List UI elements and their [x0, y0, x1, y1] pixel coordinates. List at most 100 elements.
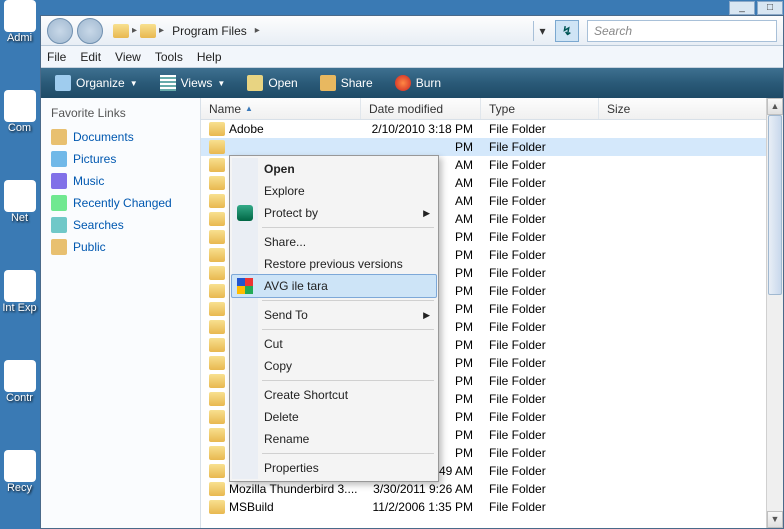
- organize-icon: [55, 75, 71, 91]
- folder-icon: [51, 239, 67, 255]
- ctx-send-to[interactable]: Send To▶: [232, 304, 436, 326]
- scroll-up-icon[interactable]: ▲: [767, 98, 783, 115]
- favorite-link[interactable]: Pictures: [51, 148, 190, 170]
- ctx-cut[interactable]: Cut: [232, 333, 436, 355]
- breadcrumb-segment[interactable]: Program Files: [168, 24, 251, 38]
- ctx-create-shortcut[interactable]: Create Shortcut: [232, 384, 436, 406]
- column-size[interactable]: Size: [599, 98, 783, 119]
- folder-icon: [140, 24, 156, 38]
- open-button[interactable]: Open: [241, 73, 303, 93]
- ctx-properties[interactable]: Properties: [232, 457, 436, 479]
- refresh-button[interactable]: ↯: [555, 20, 579, 42]
- folder-icon: [51, 217, 67, 233]
- back-button[interactable]: [47, 18, 73, 44]
- ctx-protect-by[interactable]: Protect by▶: [232, 202, 436, 224]
- folder-icon: [209, 158, 225, 172]
- menu-bar: File Edit View Tools Help: [41, 46, 783, 68]
- open-icon: [247, 75, 263, 91]
- folder-icon: [209, 248, 225, 262]
- chevron-right-icon[interactable]: ▸: [255, 25, 260, 36]
- folder-icon: [51, 129, 67, 145]
- folder-icon: [209, 464, 225, 478]
- column-type[interactable]: Type: [481, 98, 599, 119]
- menu-edit[interactable]: Edit: [80, 50, 101, 64]
- search-input[interactable]: Search: [587, 20, 777, 42]
- folder-icon: [209, 284, 225, 298]
- folder-icon: [209, 338, 225, 352]
- folder-icon: [209, 482, 225, 496]
- ctx-share[interactable]: Share...: [232, 231, 436, 253]
- address-bar-row: ▸ ▸ Program Files ▸ ▾ ↯ Search: [41, 16, 783, 46]
- views-button[interactable]: Views▼: [154, 73, 232, 93]
- share-icon: [320, 75, 336, 91]
- folder-icon: [209, 194, 225, 208]
- table-row[interactable]: Adobe2/10/2010 3:18 PMFile Folder: [201, 120, 783, 138]
- folder-icon: [209, 302, 225, 316]
- chevron-right-icon[interactable]: ▸: [132, 25, 137, 36]
- views-icon: [160, 75, 176, 91]
- ctx-restore-versions[interactable]: Restore previous versions: [232, 253, 436, 275]
- ctx-explore[interactable]: Explore: [232, 180, 436, 202]
- ctx-copy[interactable]: Copy: [232, 355, 436, 377]
- ctx-rename[interactable]: Rename: [232, 428, 436, 450]
- desktop-icon[interactable]: Com: [2, 90, 37, 134]
- table-row[interactable]: Mozilla Thunderbird 3....3/30/2011 9:26 …: [201, 480, 783, 498]
- shield-icon: [237, 205, 253, 221]
- folder-icon: [209, 356, 225, 370]
- ctx-delete[interactable]: Delete: [232, 406, 436, 428]
- organize-button[interactable]: Organize▼: [49, 73, 144, 93]
- context-menu: Open Explore Protect by▶ Share... Restor…: [229, 155, 439, 482]
- menu-file[interactable]: File: [47, 50, 66, 64]
- folder-icon: [209, 266, 225, 280]
- menu-tools[interactable]: Tools: [155, 50, 183, 64]
- column-name[interactable]: Name▲: [201, 98, 361, 119]
- favorite-link[interactable]: Documents: [51, 126, 190, 148]
- column-headers: Name▲ Date modified Type Size: [201, 98, 783, 120]
- desktop-icon[interactable]: Recy: [2, 450, 37, 494]
- scroll-down-icon[interactable]: ▼: [767, 511, 783, 528]
- burn-icon: [395, 75, 411, 91]
- sort-ascending-icon: ▲: [245, 104, 253, 113]
- folder-icon: [209, 122, 225, 136]
- ctx-avg-scan[interactable]: AVG ile tara: [231, 274, 437, 298]
- menu-view[interactable]: View: [115, 50, 141, 64]
- favorites-sidebar: Favorite Links DocumentsPicturesMusicRec…: [41, 98, 201, 528]
- ctx-open[interactable]: Open: [232, 158, 436, 180]
- maximize-button[interactable]: □: [757, 1, 783, 15]
- favorite-link[interactable]: Music: [51, 170, 190, 192]
- folder-icon: [209, 176, 225, 190]
- minimize-button[interactable]: _: [729, 1, 755, 15]
- desktop-icon[interactable]: Admi: [2, 0, 37, 44]
- favorite-link[interactable]: Public: [51, 236, 190, 258]
- scroll-thumb[interactable]: [768, 115, 782, 295]
- favorite-link[interactable]: Recently Changed: [51, 192, 190, 214]
- burn-button[interactable]: Burn: [389, 73, 447, 93]
- folder-icon: [51, 151, 67, 167]
- forward-button[interactable]: [77, 18, 103, 44]
- folder-icon: [209, 428, 225, 442]
- desktop-icon[interactable]: Int Exp: [2, 270, 37, 314]
- chevron-right-icon[interactable]: ▸: [159, 25, 164, 36]
- table-row[interactable]: PMFile Folder: [201, 138, 783, 156]
- folder-icon: [209, 212, 225, 226]
- command-bar: Organize▼ Views▼ Open Share Burn: [41, 68, 783, 98]
- desktop-icon[interactable]: Contr: [2, 360, 37, 404]
- desktop-icon[interactable]: Net: [2, 180, 37, 224]
- folder-icon: [209, 392, 225, 406]
- folder-icon: [51, 195, 67, 211]
- computer-icon: [113, 24, 129, 38]
- folder-icon: [209, 446, 225, 460]
- folder-icon: [209, 320, 225, 334]
- favorite-link[interactable]: Searches: [51, 214, 190, 236]
- favorites-heading: Favorite Links: [51, 106, 190, 120]
- folder-icon: [209, 410, 225, 424]
- vertical-scrollbar[interactable]: ▲ ▼: [766, 98, 783, 528]
- menu-help[interactable]: Help: [197, 50, 222, 64]
- table-row[interactable]: MSBuild11/2/2006 1:35 PMFile Folder: [201, 498, 783, 516]
- share-button[interactable]: Share: [314, 73, 379, 93]
- folder-icon: [209, 500, 225, 514]
- address-dropdown[interactable]: ▾: [533, 21, 551, 41]
- folder-icon: [51, 173, 67, 189]
- column-date[interactable]: Date modified: [361, 98, 481, 119]
- avg-icon: [237, 278, 253, 294]
